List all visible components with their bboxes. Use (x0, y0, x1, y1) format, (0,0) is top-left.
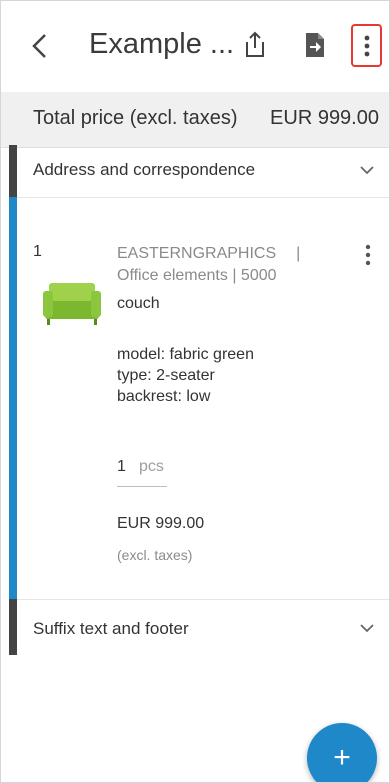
section-header-suffix[interactable]: Suffix text and footer (33, 619, 189, 639)
share-icon (246, 31, 264, 57)
item-property: type: 2-seater (117, 367, 215, 384)
item-manufacturer-line: EASTERNGRAPHICS | (117, 243, 300, 264)
total-price-value: EUR 999.00 (270, 107, 379, 129)
quantity-unit: pcs (139, 458, 164, 475)
item-name: couch (117, 295, 160, 312)
item-position: 1 (33, 243, 42, 260)
item-accent-bar (9, 197, 17, 599)
export-button[interactable] (299, 29, 331, 61)
section-accent-address (9, 145, 17, 197)
item-tax-note: (excl. taxes) (117, 547, 193, 563)
share-button[interactable] (239, 29, 271, 61)
item-property: model: fabric green (117, 346, 254, 363)
quantity-value: 1 (117, 458, 126, 475)
item-catalog: Office elements | 5000 (117, 267, 277, 284)
item-more-icon[interactable] (361, 243, 375, 269)
chevron-left-icon (32, 34, 46, 58)
item-price: EUR 999.00 (117, 515, 205, 532)
item-manufacturer: EASTERNGRAPHICS (117, 245, 277, 262)
quantity-input[interactable]: 1 pcs (117, 456, 167, 487)
section-header-address[interactable]: Address and correspondence (33, 160, 255, 180)
divider (17, 599, 389, 600)
file-export-icon (306, 33, 324, 57)
app-header: Example ... (1, 1, 389, 93)
divider (17, 197, 389, 198)
item-separator: | (296, 245, 301, 262)
back-button[interactable] (25, 31, 55, 61)
add-item-button[interactable]: + (307, 723, 377, 782)
item-property: backrest: low (117, 388, 211, 405)
couch-thumbnail (43, 283, 101, 325)
page-title: Example ... (89, 28, 235, 60)
chevron-down-icon[interactable] (357, 163, 377, 177)
total-price-label: Total price (excl. taxes) (33, 107, 238, 129)
more-options-button[interactable] (351, 24, 382, 67)
more-vertical-icon (364, 35, 369, 56)
chevron-down-icon[interactable] (357, 621, 377, 635)
total-price-bar: Total price (excl. taxes) EUR 999.00 (1, 92, 389, 148)
app-frame: Example ... Total price (excl. taxes) EU… (0, 0, 390, 783)
section-accent-suffix (9, 599, 17, 655)
